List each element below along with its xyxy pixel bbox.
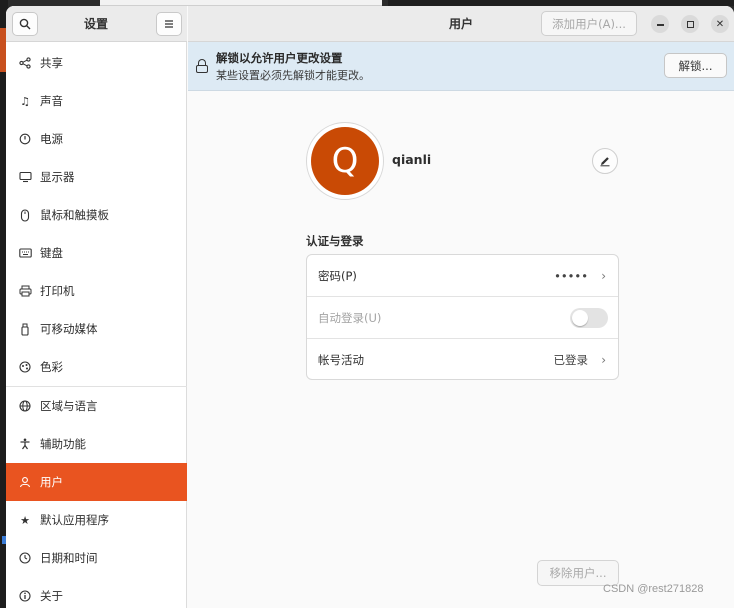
password-label: 密码(P) bbox=[318, 268, 357, 283]
sidebar-item-about[interactable]: 关于 bbox=[6, 577, 187, 608]
lock-icon bbox=[196, 59, 208, 73]
edit-name-button[interactable] bbox=[592, 148, 618, 174]
share-icon bbox=[18, 56, 32, 70]
printer-icon bbox=[18, 284, 32, 298]
sidebar-item-removable-media[interactable]: 可移动媒体 bbox=[6, 310, 187, 348]
close-icon: ✕ bbox=[715, 18, 725, 30]
sidebar-item-date-time[interactable]: 日期和时间 bbox=[6, 539, 187, 577]
sidebar-item-sharing[interactable]: 共享 bbox=[6, 44, 187, 82]
autologin-switch[interactable] bbox=[570, 308, 608, 328]
sidebar-item-printers[interactable]: 打印机 bbox=[6, 272, 187, 310]
sidebar-item-label: 键盘 bbox=[40, 246, 63, 260]
auth-section-title: 认证与登录 bbox=[306, 234, 364, 248]
sidebar-item-label: 日期和时间 bbox=[40, 551, 98, 565]
keyboard-icon bbox=[18, 246, 32, 260]
sidebar-item-label: 用户 bbox=[40, 475, 63, 489]
close-button[interactable]: ✕ bbox=[711, 15, 729, 33]
chevron-right-icon: › bbox=[601, 353, 606, 367]
sidebar-title: 设置 bbox=[83, 17, 108, 31]
info-icon bbox=[18, 589, 32, 603]
account-activity-row[interactable]: 帐号活动 已登录 › bbox=[307, 339, 618, 379]
power-icon bbox=[18, 132, 32, 146]
password-value: ••••• bbox=[554, 268, 588, 283]
sidebar-item-label: 辅助功能 bbox=[40, 437, 86, 451]
music-note-icon: ♫ bbox=[20, 94, 30, 108]
sidebar-item-region-language[interactable]: 区域与语言 bbox=[6, 387, 187, 425]
password-row[interactable]: 密码(P) ••••• › bbox=[307, 255, 618, 297]
sidebar-item-users[interactable]: 用户 bbox=[6, 463, 187, 501]
header-bar: 用户 添加用户(A)... ✕ bbox=[188, 6, 734, 42]
search-icon bbox=[19, 18, 31, 30]
sidebar-item-default-apps[interactable]: ★ 默认应用程序 bbox=[6, 501, 187, 539]
settings-window: 设置 共享 ♫ 声音 电源 显示器 鼠标和触摸板 键盘 打印机 可移动媒体 色彩… bbox=[6, 6, 734, 608]
avatar[interactable]: Q bbox=[306, 122, 384, 200]
sidebar-item-mouse[interactable]: 鼠标和触摸板 bbox=[6, 196, 187, 234]
star-icon: ★ bbox=[20, 513, 30, 527]
banner-title: 解锁以允许用户更改设置 bbox=[216, 51, 343, 65]
chevron-right-icon: › bbox=[601, 268, 606, 283]
pencil-icon bbox=[600, 157, 610, 167]
sidebar-item-power[interactable]: 电源 bbox=[6, 120, 187, 158]
autologin-row: 自动登录(U) bbox=[307, 297, 618, 339]
sidebar-header: 设置 bbox=[6, 6, 187, 42]
sidebar-item-label: 电源 bbox=[40, 132, 63, 146]
minimize-button[interactable] bbox=[651, 15, 669, 33]
clock-icon bbox=[18, 551, 32, 565]
display-icon bbox=[18, 170, 32, 184]
watermark: CSDN @rest271828 bbox=[603, 583, 704, 595]
maximize-button[interactable] bbox=[681, 15, 699, 33]
removable-media-icon bbox=[18, 322, 32, 336]
avatar-letter: Q bbox=[311, 127, 379, 195]
account-activity-value: 已登录 bbox=[553, 353, 589, 367]
sidebar-item-sound[interactable]: ♫ 声音 bbox=[6, 82, 187, 120]
user-icon bbox=[18, 475, 32, 489]
sidebar: 设置 共享 ♫ 声音 电源 显示器 鼠标和触摸板 键盘 打印机 可移动媒体 色彩… bbox=[6, 6, 187, 608]
sidebar-item-label: 显示器 bbox=[40, 170, 75, 184]
username: qianli bbox=[392, 152, 432, 167]
minimize-icon bbox=[656, 24, 664, 26]
sidebar-item-label: 关于 bbox=[40, 589, 63, 603]
sidebar-item-label: 色彩 bbox=[40, 360, 63, 374]
sidebar-item-label: 共享 bbox=[40, 56, 63, 70]
sidebar-item-label: 默认应用程序 bbox=[40, 513, 109, 527]
account-activity-label: 帐号活动 bbox=[318, 353, 364, 367]
banner-subtitle: 某些设置必须先解锁才能更改。 bbox=[216, 69, 370, 82]
mouse-icon bbox=[18, 208, 32, 222]
accessibility-icon bbox=[18, 437, 32, 451]
color-icon bbox=[18, 360, 32, 374]
sidebar-item-label: 声音 bbox=[40, 94, 63, 108]
sidebar-item-label: 打印机 bbox=[40, 284, 75, 298]
menu-button[interactable] bbox=[156, 12, 182, 36]
auth-card: 密码(P) ••••• › 自动登录(U) 帐号活动 已登录 › bbox=[306, 254, 619, 380]
sidebar-item-label: 鼠标和触摸板 bbox=[40, 208, 109, 222]
sidebar-item-accessibility[interactable]: 辅助功能 bbox=[6, 425, 187, 463]
autologin-label: 自动登录(U) bbox=[318, 310, 382, 325]
sidebar-item-keyboard[interactable]: 键盘 bbox=[6, 234, 187, 272]
hamburger-icon bbox=[165, 20, 173, 28]
search-button[interactable] bbox=[12, 12, 38, 36]
sidebar-item-label: 区域与语言 bbox=[40, 399, 98, 413]
unlock-button[interactable]: 解锁... bbox=[664, 53, 727, 78]
maximize-icon bbox=[686, 20, 694, 28]
lock-banner: 解锁以允许用户更改设置 某些设置必须先解锁才能更改。 解锁... bbox=[188, 42, 734, 91]
globe-icon bbox=[18, 399, 32, 413]
sidebar-item-label: 可移动媒体 bbox=[40, 322, 98, 336]
sidebar-nav: 共享 ♫ 声音 电源 显示器 鼠标和触摸板 键盘 打印机 可移动媒体 色彩 区域… bbox=[6, 44, 187, 608]
add-user-button[interactable]: 添加用户(A)... bbox=[541, 11, 637, 36]
sidebar-item-displays[interactable]: 显示器 bbox=[6, 158, 187, 196]
sidebar-item-color[interactable]: 色彩 bbox=[6, 348, 187, 386]
